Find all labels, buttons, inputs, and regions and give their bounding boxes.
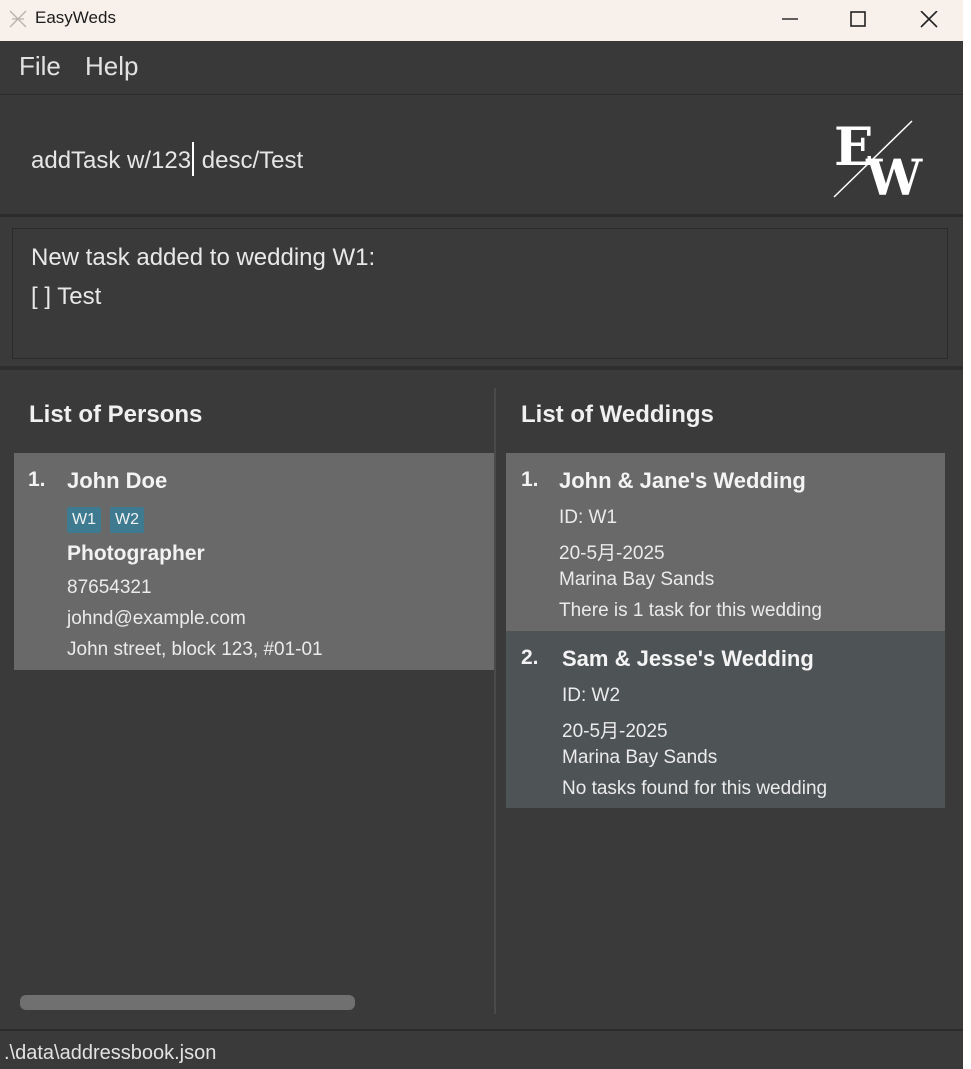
weddings-panel-title: List of Weddings [521, 401, 714, 428]
window-title: EasyWeds [35, 8, 116, 27]
wedding-id: ID: W1 [559, 507, 618, 528]
wedding-tasks: No tasks found for this wedding [562, 778, 828, 799]
command-text-after-caret: desc/Test [195, 147, 304, 174]
status-bar: .\data\addressbook.json [0, 1029, 963, 1069]
result-message: New task added to wedding W1: [31, 244, 376, 271]
window-edge [963, 0, 971, 1069]
section-divider [0, 366, 963, 370]
wedding-date: 20-5月-2025 [559, 543, 665, 564]
person-address: John street, block 123, #01-01 [67, 639, 323, 660]
person-job: Photographer [67, 542, 205, 565]
command-box[interactable]: addTask w/123 desc/Test E W [0, 96, 963, 217]
person-tag: W2 [110, 507, 144, 533]
logo-letter-w: W [865, 148, 923, 199]
menu-bar: File Help [0, 41, 963, 95]
command-input[interactable]: addTask w/123 desc/Test [31, 142, 303, 176]
save-file-path: .\data\addressbook.json [4, 1042, 217, 1064]
wedding-card[interactable]: 2. Sam & Jesse's Wedding ID: W2 20-5月-20… [506, 631, 945, 808]
text-caret [192, 142, 195, 176]
panel-splitter[interactable] [494, 388, 496, 1014]
wedding-venue: Marina Bay Sands [562, 747, 718, 768]
wedding-id: ID: W2 [562, 685, 621, 706]
close-icon [920, 11, 938, 28]
persons-panel-title: List of Persons [29, 401, 203, 428]
maximize-button[interactable] [823, 0, 893, 38]
person-index: 1. [28, 468, 46, 491]
result-display: New task added to wedding W1: [ ] Test [12, 228, 948, 359]
maximize-icon [850, 11, 866, 27]
wedding-tasks: There is 1 task for this wedding [559, 600, 822, 621]
minimize-icon [782, 18, 798, 20]
command-text-before-caret: addTask w/123 [31, 147, 192, 174]
close-button[interactable] [894, 0, 964, 38]
person-name: John Doe [67, 468, 168, 493]
title-bar: EasyWeds [0, 0, 963, 41]
wedding-name: John & Jane's Wedding [559, 468, 806, 493]
wedding-date: 20-5月-2025 [562, 721, 668, 742]
result-task: [ ] Test [31, 283, 102, 310]
menu-file[interactable]: File [19, 51, 61, 82]
person-email: johnd@example.com [67, 608, 246, 629]
app-window: File Help addTask w/123 desc/Test E W Ne… [0, 41, 963, 1069]
app-icon [9, 10, 27, 28]
minimize-button[interactable] [755, 0, 825, 38]
wedding-name: Sam & Jesse's Wedding [562, 646, 814, 671]
menu-help[interactable]: Help [85, 51, 138, 82]
person-card[interactable]: 1. John Doe W1 W2 Photographer 87654321 … [14, 453, 494, 670]
wedding-index: 2. [521, 646, 539, 669]
person-tag: W1 [67, 507, 101, 533]
person-phone: 87654321 [67, 577, 152, 598]
wedding-venue: Marina Bay Sands [559, 569, 715, 590]
horizontal-scrollbar[interactable] [20, 995, 355, 1010]
wedding-card[interactable]: 1. John & Jane's Wedding ID: W1 20-5月-20… [506, 453, 945, 631]
wedding-index: 1. [521, 468, 539, 491]
easyweds-logo: E W [833, 119, 923, 199]
